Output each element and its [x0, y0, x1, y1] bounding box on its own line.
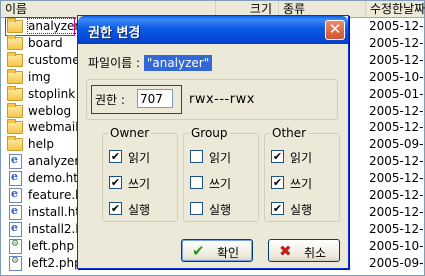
permission-label: 권한 : — [95, 93, 125, 107]
folder-icon — [7, 18, 23, 33]
close-button[interactable]: ✕ — [325, 20, 345, 40]
html-file-icon — [9, 204, 22, 220]
ok-button-label: 확인 — [217, 246, 240, 260]
filename-value: "analyzer" — [143, 55, 213, 71]
folder-icon — [7, 85, 23, 101]
permission-option-label: 실행 — [290, 203, 313, 217]
html-file-icon — [9, 187, 22, 203]
dialog-title: 권한 변경 — [88, 26, 141, 41]
group-title: Group — [189, 126, 230, 140]
permission-option-label: 읽기 — [209, 151, 232, 165]
checkbox-checked[interactable]: ✔ — [109, 150, 122, 163]
folder-icon — [7, 51, 23, 67]
file-date: 2005-10- — [369, 238, 424, 253]
permission-option-label: 쓰기 — [128, 177, 151, 191]
checkbox-checked[interactable]: ✔ — [271, 202, 284, 215]
file-name: img — [28, 69, 51, 84]
file-name: board — [28, 35, 63, 50]
file-date: 2005-01- — [369, 86, 424, 101]
group-other: Other ✔ 읽기 ✔ 쓰기 ✔ 실행 — [264, 126, 340, 222]
folder-icon — [7, 119, 23, 135]
file-date: 2005-12- — [369, 204, 424, 219]
x-icon: ✖ — [279, 242, 292, 260]
filename-label: 파일이름 : — [88, 56, 144, 70]
dialog-titlebar[interactable]: 권한 변경 ✕ — [78, 16, 348, 44]
group-owner: Owner ✔ 읽기 ✔ 쓰기 ✔ 실행 — [102, 126, 178, 222]
folder-icon — [7, 102, 23, 118]
file-date: 2005-09- — [369, 137, 424, 152]
file-name: stoplink — [28, 86, 76, 101]
file-name: analyzer — [26, 18, 81, 34]
html-file-icon — [9, 221, 22, 237]
checkmark-icon: ✔ — [192, 242, 205, 260]
permission-input[interactable] — [137, 89, 173, 108]
file-name: left.php — [28, 238, 75, 253]
checkbox-checked[interactable]: ✔ — [271, 150, 284, 163]
permission-option-label: 쓰기 — [290, 177, 313, 191]
permission-dialog: 권한 변경 ✕ 파일이름 : "analyzer" 권한 : rwx---rwx… — [77, 15, 349, 269]
file-name: help — [28, 137, 54, 152]
permission-string: rwx---rwx — [189, 92, 255, 107]
cancel-button-label: 취소 — [304, 246, 327, 260]
permission-panel: 권한 : rwx---rwx — [86, 79, 338, 120]
file-date: 2005-12- — [369, 103, 424, 118]
file-name: weblog — [28, 103, 72, 118]
html-file-icon — [9, 170, 22, 187]
checkbox-checked[interactable]: ✔ — [271, 176, 284, 189]
checkbox-unchecked[interactable] — [190, 150, 203, 163]
column-header-modified[interactable]: 수정한날짜 — [366, 1, 425, 17]
file-date: 2005-12- — [369, 188, 424, 202]
checkbox-checked[interactable]: ✔ — [109, 202, 122, 215]
folder-icon — [7, 34, 23, 50]
file-date: 2005-12- — [369, 19, 424, 33]
file-date: 2005-10- — [369, 69, 424, 84]
group-title: Owner — [108, 126, 152, 140]
file-name: webmail — [28, 120, 79, 135]
php-file-icon — [9, 238, 22, 254]
ok-button[interactable]: ✔ 확인 — [181, 239, 253, 262]
cancel-button[interactable]: ✖ 취소 — [268, 239, 340, 262]
file-date: 2005-12- — [369, 35, 424, 50]
permission-option-label: 실행 — [128, 203, 151, 217]
folder-icon — [7, 68, 23, 84]
checkbox-unchecked[interactable] — [190, 176, 203, 189]
permission-option-label: 쓰기 — [209, 177, 232, 191]
folder-icon — [7, 136, 23, 152]
file-date: 2005-12- — [369, 154, 424, 169]
html-file-icon — [9, 153, 22, 170]
file-date: 2005-12- — [369, 120, 424, 135]
file-date: 2005-12- — [369, 221, 424, 236]
file-date: 2005-12- — [369, 52, 424, 67]
group-group: Group 읽기쓰기실행 — [183, 126, 259, 222]
permission-option-label: 읽기 — [290, 151, 313, 165]
php-file-icon — [9, 255, 22, 271]
file-date: 2005-12- — [369, 171, 424, 186]
file-date: 2005-09- — [369, 255, 424, 270]
filename-row: 파일이름 : "analyzer" — [88, 54, 213, 71]
file-name: left2.php — [28, 255, 82, 270]
checkbox-checked[interactable]: ✔ — [109, 176, 122, 189]
permission-option-label: 실행 — [209, 203, 232, 217]
permission-option-label: 읽기 — [128, 151, 151, 165]
checkbox-unchecked[interactable] — [190, 202, 203, 215]
group-title: Other — [270, 126, 309, 140]
